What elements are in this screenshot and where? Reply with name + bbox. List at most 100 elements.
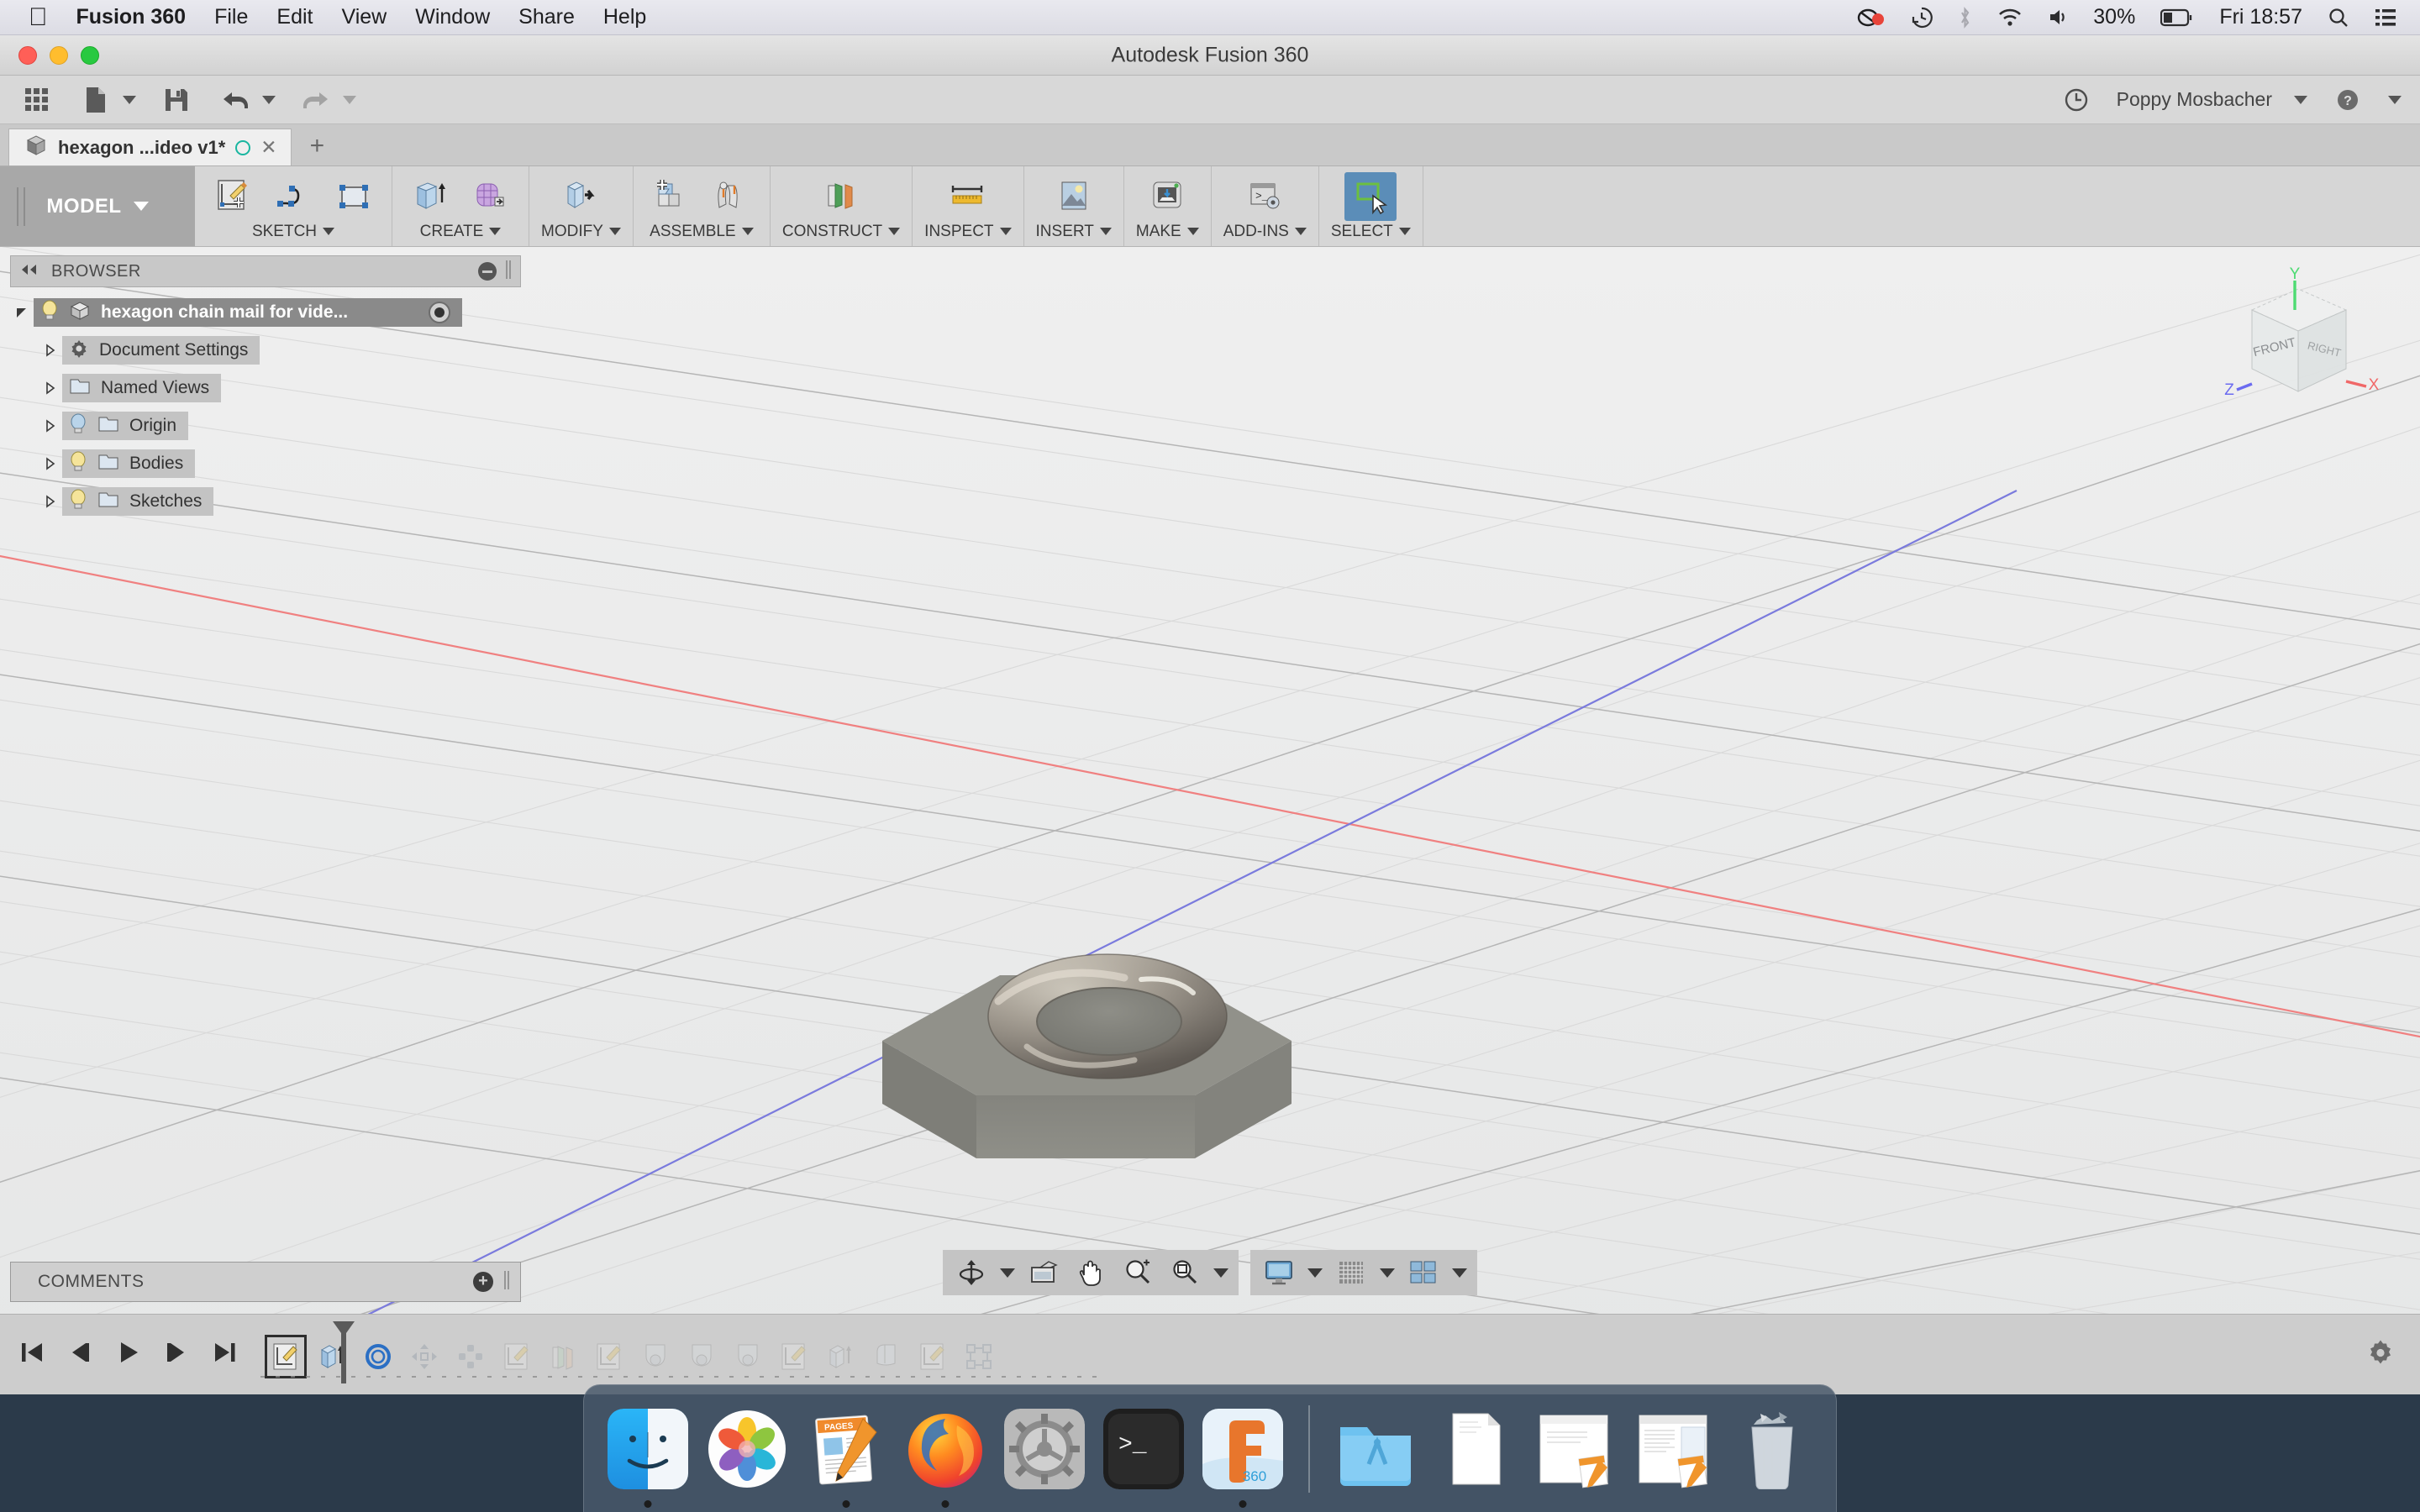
expand-triangle-icon[interactable] <box>39 457 62 470</box>
redo-caret-icon[interactable] <box>343 95 356 104</box>
browser-panel-header[interactable]: BROWSER <box>10 255 521 287</box>
menu-item-help[interactable]: Help <box>603 5 646 29</box>
user-caret-icon[interactable] <box>2294 95 2307 104</box>
workspace-switcher[interactable]: MODEL <box>0 166 195 246</box>
hexagon-with-torus-model[interactable] <box>882 936 1706 1238</box>
tree-row-origin[interactable]: Origin <box>10 409 521 443</box>
chevron-down-icon[interactable] <box>1294 228 1307 235</box>
clock-history-icon[interactable] <box>2058 83 2095 117</box>
close-icon[interactable]: ✕ <box>260 136 276 159</box>
wifi-icon[interactable] <box>1997 8 2023 27</box>
chevron-down-icon[interactable] <box>323 228 335 235</box>
chevron-down-icon[interactable] <box>741 228 754 235</box>
dock-item-pages-document-2[interactable] <box>1628 1404 1718 1494</box>
grid-snaps-icon[interactable] <box>1333 1255 1370 1290</box>
scripts-addins-icon[interactable]: >_ <box>1239 172 1291 221</box>
help-caret-icon[interactable] <box>2388 95 2402 104</box>
tree-row-bodies[interactable]: Bodies <box>10 447 521 480</box>
rectangle-icon[interactable] <box>328 172 380 221</box>
measure-icon[interactable] <box>942 172 994 221</box>
expand-triangle-icon[interactable] <box>39 495 62 508</box>
lightbulb-icon[interactable] <box>40 300 59 326</box>
chevron-down-icon[interactable] <box>1398 228 1411 235</box>
menu-item-file[interactable]: File <box>214 5 248 29</box>
tree-item-bodies[interactable]: Bodies <box>62 449 196 478</box>
dock-item-firefox[interactable] <box>900 1404 991 1508</box>
save-icon[interactable] <box>158 83 195 117</box>
apple-menu-icon[interactable]:  <box>29 4 48 30</box>
help-icon[interactable]: ? <box>2329 83 2366 117</box>
chevron-down-icon[interactable] <box>888 228 901 235</box>
volume-icon[interactable] <box>2048 8 2068 27</box>
orbit-caret-icon[interactable] <box>1000 1268 1015 1278</box>
menu-item-fusion-360[interactable]: Fusion 360 <box>76 5 187 29</box>
view-cube[interactable]: FRONT RIGHT Y X Z <box>2202 264 2395 432</box>
3d-viewport[interactable]: BROWSER hexagon chain mail for vide... D… <box>0 247 2420 1314</box>
menu-item-edit[interactable]: Edit <box>276 5 313 29</box>
zoom-icon[interactable] <box>1119 1255 1156 1290</box>
create-sketch-icon[interactable] <box>207 172 259 221</box>
dock-item-applications-folder[interactable] <box>1330 1404 1421 1494</box>
grid-apps-icon[interactable] <box>18 83 55 117</box>
chevron-down-icon[interactable] <box>999 228 1012 235</box>
tree-row-named-views[interactable]: Named Views <box>10 371 521 405</box>
extrude-icon[interactable] <box>404 172 456 221</box>
tree-item-named-views[interactable]: Named Views <box>62 374 222 402</box>
tree-row-document-settings[interactable]: Document Settings <box>10 333 521 367</box>
comments-panel[interactable]: COMMENTS + <box>10 1262 521 1302</box>
lightbulb-icon[interactable] <box>69 489 87 515</box>
menu-item-share[interactable]: Share <box>518 5 575 29</box>
zoom-window-icon[interactable] <box>1166 1255 1203 1290</box>
dock-item-fusion-360[interactable]: 360 <box>1197 1404 1288 1508</box>
dock-item-pages-document-1[interactable] <box>1528 1404 1619 1494</box>
dock-item-finder[interactable] <box>602 1404 693 1508</box>
bluetooth-icon[interactable] <box>1958 6 1972 29</box>
viewports-icon[interactable] <box>1405 1255 1442 1290</box>
menu-item-window[interactable]: Window <box>415 5 490 29</box>
minimize-icon[interactable] <box>478 262 497 281</box>
lightbulb-icon[interactable] <box>69 413 87 439</box>
select-cursor-icon[interactable] <box>1344 171 1397 221</box>
menubar-clock[interactable]: Fri 18:57 <box>2219 5 2302 29</box>
tree-item-sketches[interactable]: Sketches <box>62 487 214 516</box>
sync-circle-icon[interactable] <box>235 139 251 155</box>
battery-icon[interactable] <box>2160 8 2194 27</box>
panel-resize-grip[interactable] <box>503 1270 510 1294</box>
pattern-icon[interactable] <box>465 172 517 221</box>
dock-item-pages[interactable]: PAGES <box>801 1404 892 1508</box>
display-settings-icon[interactable] <box>1260 1255 1297 1290</box>
display-caret-icon[interactable] <box>1307 1268 1323 1278</box>
tree-item-document-settings[interactable]: Document Settings <box>62 336 260 365</box>
new-document-caret-icon[interactable] <box>123 95 136 104</box>
tree-item-root[interactable]: hexagon chain mail for vide... <box>34 298 462 327</box>
active-component-radio[interactable] <box>429 302 450 323</box>
offset-plane-icon[interactable] <box>815 172 867 221</box>
undo-icon[interactable] <box>217 83 254 117</box>
tree-row-root[interactable]: hexagon chain mail for vide... <box>10 296 521 329</box>
expand-triangle-icon[interactable] <box>39 419 62 433</box>
orbit-icon[interactable] <box>953 1255 990 1290</box>
dock-item-system-preferences[interactable] <box>999 1404 1090 1494</box>
new-component-icon[interactable] <box>645 172 697 221</box>
3d-print-icon[interactable] <box>1141 172 1193 221</box>
user-account-label[interactable]: Poppy Mosbacher <box>2117 88 2272 111</box>
add-comment-icon[interactable]: + <box>473 1272 493 1292</box>
joint-icon[interactable] <box>706 172 758 221</box>
pan-icon[interactable] <box>1072 1255 1109 1290</box>
insert-image-icon[interactable] <box>1048 172 1100 221</box>
document-tab[interactable]: hexagon ...ideo v1* ✕ <box>8 129 292 165</box>
viewports-caret-icon[interactable] <box>1452 1268 1467 1278</box>
grid-caret-icon[interactable] <box>1380 1268 1395 1278</box>
dock-item-photos[interactable] <box>702 1404 792 1494</box>
undo-caret-icon[interactable] <box>262 95 276 104</box>
control-center-icon[interactable] <box>2375 8 2396 27</box>
expand-triangle-icon[interactable] <box>39 344 62 357</box>
chevron-down-icon[interactable] <box>1099 228 1112 235</box>
redo-icon[interactable] <box>297 83 334 117</box>
dock-item-documents-stack[interactable] <box>1429 1404 1520 1494</box>
dock-item-terminal[interactable]: >_ <box>1098 1404 1189 1494</box>
menu-item-view[interactable]: View <box>341 5 387 29</box>
spline-icon[interactable] <box>267 172 319 221</box>
time-machine-icon[interactable] <box>1911 7 1933 29</box>
new-document-icon[interactable] <box>77 83 114 117</box>
